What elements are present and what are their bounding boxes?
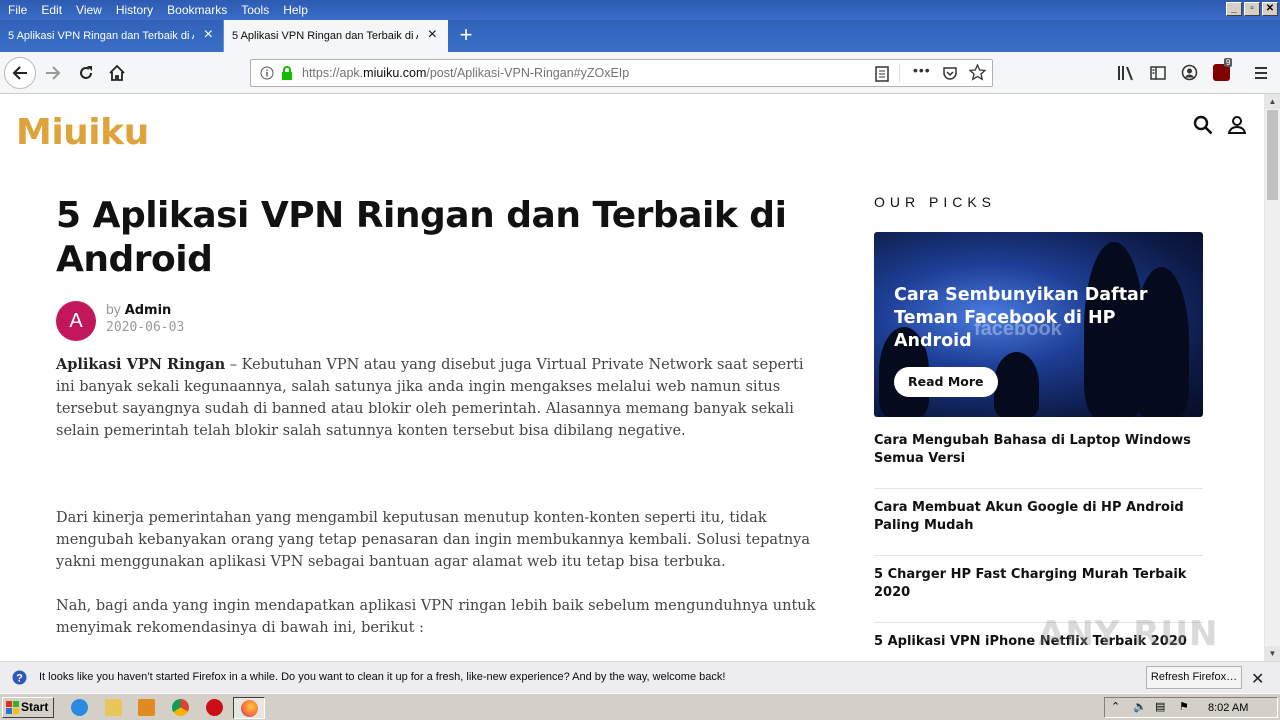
bookmark-star-icon[interactable] bbox=[969, 64, 986, 81]
user-icon[interactable] bbox=[1226, 114, 1248, 136]
featured-pick-card[interactable]: facebook Cara Sembunyikan Daftar Teman F… bbox=[874, 232, 1203, 417]
menu-history[interactable]: History bbox=[109, 3, 160, 17]
sidebar-toggle-icon[interactable] bbox=[1150, 65, 1166, 81]
start-button[interactable]: Start bbox=[2, 697, 54, 718]
notification-bar: ? It looks like you haven’t started Fire… bbox=[0, 661, 1280, 693]
flag-icon[interactable]: ⚑ bbox=[1179, 700, 1189, 713]
paragraph-1: Aplikasi VPN Ringan – Kebutuhan VPN atau… bbox=[56, 354, 816, 442]
new-tab-button[interactable]: + bbox=[448, 20, 484, 52]
tab-1[interactable]: 5 Aplikasi VPN Ringan dan Terbaik di An … bbox=[0, 20, 224, 52]
byline: by Admin bbox=[106, 301, 171, 318]
home-button[interactable] bbox=[105, 61, 129, 85]
image-silhouette bbox=[994, 352, 1039, 417]
web-page: Miuiku 5 Aplikasi VPN Ringan dan Terbaik… bbox=[0, 94, 1264, 661]
pick-item-2[interactable]: Cara Membuat Akun Google di HP Android P… bbox=[874, 499, 1203, 535]
by-label: by bbox=[106, 301, 121, 317]
firefox-taskbar-button[interactable] bbox=[233, 697, 265, 719]
url-path: /post/Aplikasi-VPN-Ringan#yZOxEIp bbox=[426, 66, 630, 80]
menu-bookmarks[interactable]: Bookmarks bbox=[160, 3, 234, 17]
close-notification-icon[interactable]: ✕ bbox=[1251, 669, 1264, 689]
back-arrow-icon bbox=[12, 66, 27, 80]
site-logo[interactable]: Miuiku bbox=[16, 112, 149, 153]
close-tab-icon[interactable]: × bbox=[204, 27, 213, 43]
pick-item-1[interactable]: Cara Mengubah Bahasa di Laptop Windows S… bbox=[874, 432, 1203, 468]
close-window-button[interactable]: ✕ bbox=[1262, 2, 1278, 16]
page-actions-icon[interactable]: ••• bbox=[913, 62, 931, 78]
network-icon[interactable]: ▤ bbox=[1155, 700, 1165, 713]
info-icon[interactable] bbox=[260, 66, 274, 80]
system-tray: ⌃ 🔈 ▤ ⚑ bbox=[1104, 697, 1278, 718]
tab-2-active[interactable]: 5 Aplikasi VPN Ringan dan Terbaik di An … bbox=[224, 20, 448, 52]
forward-button[interactable] bbox=[41, 61, 65, 85]
tab-title: 5 Aplikasi VPN Ringan dan Terbaik di An bbox=[8, 30, 194, 42]
account-icon[interactable] bbox=[1181, 64, 1198, 81]
article-title: 5 Aplikasi VPN Ringan dan Terbaik di And… bbox=[56, 195, 787, 280]
taskbar: Start ⌃ 🔈 ▤ ⚑ 8:02 AM bbox=[0, 693, 1280, 720]
svg-text:?: ? bbox=[16, 673, 23, 685]
url-prefix: https://apk. bbox=[302, 66, 364, 80]
menu-help[interactable]: Help bbox=[276, 3, 315, 17]
start-label: Start bbox=[21, 700, 49, 714]
url-text[interactable]: https://apk.miuiku.com/post/Aplikasi-VPN… bbox=[302, 66, 629, 80]
paragraph-3: Nah, bagi anda yang ingin mendapatkan ap… bbox=[56, 598, 816, 636]
menu-view[interactable]: View bbox=[69, 3, 109, 17]
window-controls: _ ▫ ✕ bbox=[1226, 2, 1278, 16]
read-more-button[interactable]: Read More bbox=[894, 367, 998, 397]
tab-title: 5 Aplikasi VPN Ringan dan Terbaik di An bbox=[232, 30, 418, 42]
home-icon bbox=[109, 64, 125, 81]
divider bbox=[874, 555, 1203, 556]
close-tab-icon[interactable]: × bbox=[428, 27, 437, 43]
our-picks-heading: OUR PICKS bbox=[874, 194, 997, 210]
paragraph-2: Dari kinerja pemerintahan yang mengambil… bbox=[56, 510, 811, 570]
back-button[interactable] bbox=[4, 57, 36, 89]
reader-view-icon[interactable] bbox=[875, 66, 889, 82]
maximize-button[interactable]: ▫ bbox=[1244, 2, 1260, 16]
volume-icon[interactable]: 🔈 bbox=[1133, 700, 1147, 713]
author-avatar[interactable]: A bbox=[56, 301, 96, 341]
chrome-icon[interactable] bbox=[172, 699, 189, 716]
article-date: 2020-06-03 bbox=[106, 320, 185, 335]
hamburger-menu-icon[interactable] bbox=[1253, 65, 1269, 81]
reload-button[interactable] bbox=[74, 61, 98, 85]
pocket-icon[interactable] bbox=[942, 65, 958, 81]
lock-icon[interactable] bbox=[280, 65, 294, 81]
featured-pick-title[interactable]: Cara Sembunyikan Daftar Teman Facebook d… bbox=[894, 284, 1164, 353]
navigation-toolbar: https://apk.miuiku.com/post/Aplikasi-VPN… bbox=[0, 52, 1280, 94]
menu-file[interactable]: File bbox=[0, 3, 34, 17]
reload-icon bbox=[80, 66, 92, 79]
ie-icon[interactable] bbox=[71, 699, 88, 716]
scroll-down-arrow-icon[interactable]: ▼ bbox=[1265, 646, 1280, 661]
url-separator bbox=[899, 64, 900, 82]
address-bar[interactable]: https://apk.miuiku.com/post/Aplikasi-VPN… bbox=[250, 59, 993, 87]
tab-bar: 5 Aplikasi VPN Ringan dan Terbaik di An … bbox=[0, 20, 1280, 52]
page-scrollbar[interactable]: ▲ ▼ bbox=[1264, 94, 1280, 661]
opera-icon[interactable] bbox=[206, 699, 223, 716]
clock: 8:02 AM bbox=[1208, 702, 1249, 714]
minimize-button[interactable]: _ bbox=[1226, 2, 1242, 16]
library-icon[interactable] bbox=[1117, 65, 1135, 81]
lead-bold-text: Aplikasi VPN Ringan bbox=[56, 356, 226, 373]
author-name[interactable]: Admin bbox=[125, 303, 172, 318]
menu-bar: File Edit View History Bookmarks Tools H… bbox=[0, 0, 1280, 20]
scroll-thumb[interactable] bbox=[1267, 110, 1278, 200]
windows-logo-icon bbox=[6, 701, 19, 714]
firefox-icon bbox=[241, 700, 258, 717]
tray-expand-icon[interactable]: ⌃ bbox=[1111, 700, 1120, 713]
folder-icon[interactable] bbox=[105, 699, 122, 716]
search-icon[interactable] bbox=[1192, 114, 1214, 136]
pick-item-3[interactable]: 5 Charger HP Fast Charging Murah Terbaik… bbox=[874, 566, 1203, 602]
scroll-up-arrow-icon[interactable]: ▲ bbox=[1265, 94, 1280, 109]
url-domain: miuiku.com bbox=[363, 66, 427, 80]
anyrun-watermark: ANY RUN bbox=[1038, 614, 1219, 654]
media-player-icon[interactable] bbox=[138, 699, 155, 716]
forward-arrow-icon bbox=[46, 66, 61, 80]
menu-edit[interactable]: Edit bbox=[34, 3, 69, 17]
refresh-firefox-button[interactable]: Refresh Firefox… bbox=[1146, 666, 1242, 689]
divider bbox=[874, 488, 1203, 489]
ublock-count-badge: 9 bbox=[1224, 58, 1233, 67]
menu-tools[interactable]: Tools bbox=[234, 3, 276, 17]
screen: File Edit View History Bookmarks Tools H… bbox=[0, 0, 1280, 720]
help-icon: ? bbox=[12, 670, 27, 685]
notification-text: It looks like you haven’t started Firefo… bbox=[39, 671, 726, 683]
